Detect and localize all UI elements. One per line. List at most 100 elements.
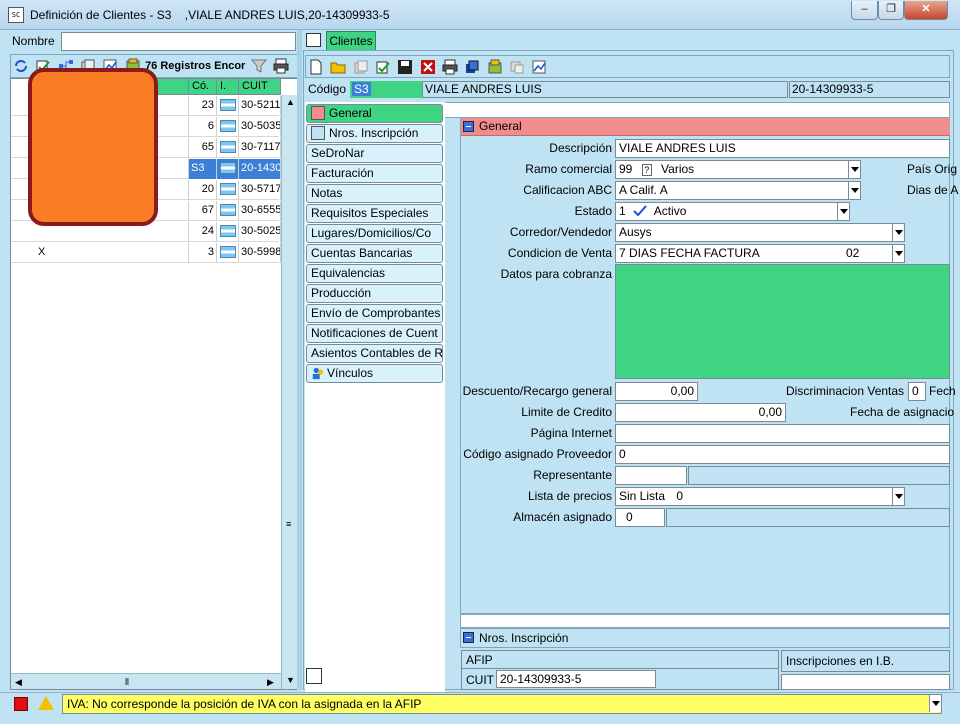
lista-precios-value: Sin Lista — [619, 489, 666, 503]
dias-label: Dias de A — [907, 183, 959, 197]
nav-item-sedronar[interactable]: SeDroNar — [306, 144, 443, 163]
collapse-general-icon[interactable] — [463, 121, 474, 132]
chevron-down-icon[interactable] — [848, 161, 860, 178]
descripcion-field[interactable]: VIALE ANDRES LUIS — [615, 139, 950, 158]
ramo-dropdown[interactable]: 99 ? Varios — [615, 160, 861, 179]
column-header-codigo[interactable]: Có. — [189, 79, 217, 95]
scroll-grip-icon[interactable]: ≡ — [286, 519, 291, 529]
cell-codigo: 23 — [189, 96, 217, 116]
cell-codigo: 3 — [189, 243, 217, 263]
chevron-down-icon[interactable] — [929, 695, 941, 712]
nav-item-facturacion[interactable]: Facturación — [306, 164, 443, 183]
condicion-venta-dropdown[interactable]: 7 DIAS FECHA FACTURA 02 — [615, 244, 905, 263]
nav-item-equivalencias[interactable]: Equivalencias — [306, 264, 443, 283]
pagina-internet-field[interactable] — [615, 424, 950, 443]
column-header-iva[interactable]: I. — [217, 79, 239, 95]
close-button[interactable]: ✕ — [904, 1, 948, 20]
chevron-down-icon[interactable] — [892, 245, 904, 262]
cuit-field[interactable]: 20-14309933-5 — [496, 670, 656, 688]
save-icon[interactable] — [397, 59, 413, 75]
inscripcion-section-header[interactable]: Nros. Inscripción — [460, 628, 950, 648]
chevron-down-icon[interactable] — [892, 224, 904, 241]
estado-dropdown[interactable]: 1 Activo — [615, 202, 850, 221]
general-section-header[interactable]: General — [461, 118, 950, 136]
chevron-down-icon[interactable] — [837, 203, 849, 220]
panel-splitter[interactable] — [297, 30, 302, 690]
scroll-right-icon[interactable]: ▶ — [267, 677, 274, 688]
corredor-dropdown[interactable]: Ausys — [615, 223, 905, 242]
horizontal-scrollbar[interactable]: ◀ ⦀ ▶ — [11, 673, 281, 689]
pagina-internet-label: Página Internet — [530, 426, 612, 440]
datos-cobranza-textarea[interactable] — [615, 264, 950, 379]
datos-cobranza-label: Datos para cobranza — [500, 267, 612, 281]
warning-icon[interactable] — [38, 696, 54, 710]
scroll-grip-icon[interactable]: ⦀ — [125, 677, 129, 688]
copy-records-icon[interactable] — [464, 59, 480, 75]
check-icon — [633, 205, 647, 217]
inscripcion-color-icon — [311, 126, 325, 140]
collapse-inscripcion-icon[interactable] — [463, 632, 474, 643]
estado-code: 1 — [619, 204, 626, 218]
table-row[interactable]: X 3 30-5998 — [11, 243, 281, 263]
database-icon[interactable] — [487, 59, 503, 75]
iva-flag-icon — [220, 246, 236, 258]
scroll-up-icon[interactable]: ▲ — [286, 97, 295, 107]
nav-item-notificaciones[interactable]: Notificaciones de Cuent — [306, 324, 443, 343]
calificacion-label: Calificacion ABC — [523, 183, 612, 197]
codigo-value: S3 — [352, 82, 371, 96]
chevron-down-icon[interactable] — [892, 488, 904, 505]
nav-item-vinculos[interactable]: Vínculos — [306, 364, 443, 383]
filter-icon[interactable] — [250, 58, 267, 74]
cell-cuit: 30-5025 — [239, 222, 281, 242]
discriminacion-field[interactable]: 0 — [908, 382, 926, 401]
new-document-icon[interactable] — [308, 59, 324, 75]
status-message[interactable]: IVA: No corresponde la posición de IVA c… — [62, 694, 942, 714]
calificacion-dropdown[interactable]: A Calif. A — [615, 181, 861, 200]
almacen-field[interactable]: 0 — [615, 508, 665, 527]
copy-icon[interactable] — [353, 59, 369, 75]
nav-item-asientos[interactable]: Asientos Contables de R — [306, 344, 443, 363]
codigo-proveedor-field[interactable]: 0 — [615, 445, 950, 464]
ramo-code: 99 — [619, 162, 633, 176]
tab-clientes[interactable]: Clientes — [326, 31, 376, 50]
chevron-down-icon[interactable] — [848, 182, 860, 199]
print-icon[interactable] — [273, 58, 289, 74]
delete-icon[interactable] — [420, 59, 436, 75]
nav-item-envio[interactable]: Envío de Comprobantes — [306, 304, 443, 323]
nav-item-nros-inscripcion[interactable]: Nros. Inscripción — [306, 124, 443, 143]
section-separator — [460, 614, 950, 628]
nombre-search-input[interactable] — [61, 32, 296, 51]
minimize-button[interactable]: ‒ — [851, 1, 878, 20]
check-list-icon[interactable] — [375, 59, 391, 75]
calificacion-value: A Calif. A — [619, 183, 668, 197]
transfer-icon[interactable] — [509, 59, 525, 75]
scroll-down-icon[interactable]: ▼ — [286, 675, 295, 685]
limite-credito-field[interactable]: 0,00 — [615, 403, 786, 422]
maximize-button[interactable]: ❐ — [878, 1, 904, 20]
iva-flag-icon — [220, 225, 236, 237]
chart-icon[interactable] — [531, 59, 547, 75]
cell-iva — [217, 117, 239, 137]
nav-item-general[interactable]: General — [306, 104, 443, 123]
representante-code-field[interactable] — [615, 466, 687, 485]
stop-icon[interactable] — [14, 697, 28, 711]
column-header-cuit[interactable]: CUIT — [239, 79, 281, 95]
general-color-icon — [311, 106, 325, 120]
cell-iva — [217, 222, 239, 242]
scroll-left-icon[interactable]: ◀ — [15, 677, 22, 688]
nav-item-notas[interactable]: Notas — [306, 184, 443, 203]
vertical-scrollbar[interactable]: ▲ ≡ ▼ — [281, 95, 297, 689]
app-icon: SC — [8, 7, 24, 23]
inscripciones-ib-field[interactable] — [781, 674, 950, 690]
open-folder-icon[interactable] — [330, 59, 346, 75]
refresh-icon[interactable] — [13, 58, 29, 74]
nav-item-cuentas-bancarias[interactable]: Cuentas Bancarias — [306, 244, 443, 263]
cell-codigo: S3 — [189, 159, 217, 179]
codigo-field[interactable]: S3 — [350, 81, 422, 98]
descuento-field[interactable]: 0,00 — [615, 382, 698, 401]
nav-item-requisitos[interactable]: Requisitos Especiales — [306, 204, 443, 223]
print-icon[interactable] — [442, 59, 458, 75]
nav-item-lugares[interactable]: Lugares/Domicilios/Co — [306, 224, 443, 243]
lista-precios-dropdown[interactable]: Sin Lista 0 — [615, 487, 905, 506]
nav-item-produccion[interactable]: Producción — [306, 284, 443, 303]
